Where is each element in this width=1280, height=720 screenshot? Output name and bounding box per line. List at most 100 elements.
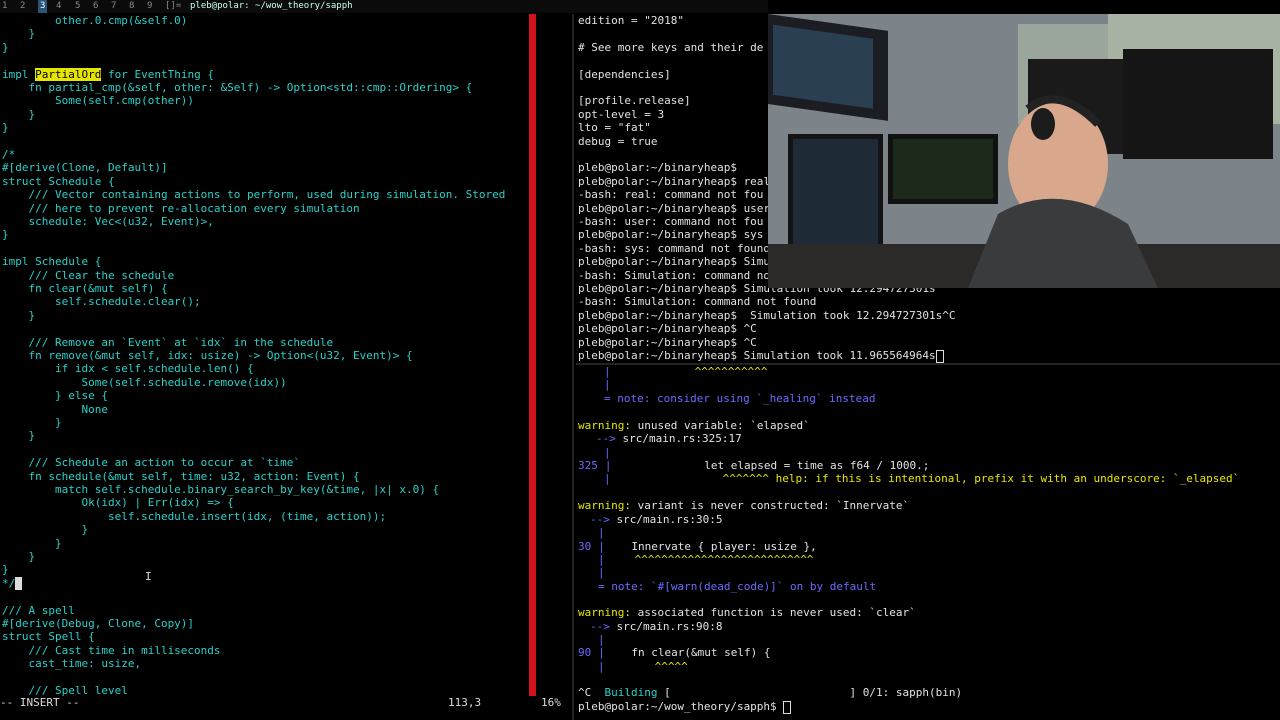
code-line: }	[2, 308, 36, 322]
webcam-picture	[768, 14, 1280, 288]
warning-label: warning:	[578, 499, 631, 512]
terminal-line: -bash: Simulation: command not found	[578, 295, 817, 309]
terminal-line: pleb@polar:~/binaryheap$ Simu	[578, 255, 771, 269]
build-progress-bar: [ ]	[657, 686, 857, 699]
caret-underline: ^^^^^	[654, 660, 688, 673]
code-line: Ok(idx) | Err(idx) => {	[2, 496, 234, 510]
code-line: }	[2, 429, 36, 443]
search-highlight: PartialOrd	[35, 67, 102, 81]
workspace-2[interactable]: 2	[20, 0, 25, 13]
code-line: Some(self.cmp(other))	[2, 94, 195, 108]
terminal-bottom[interactable]: | ^^^^^^^^^^^ | = note: consider using `_…	[576, 365, 1280, 720]
source-line: let elapsed = time as f64 / 1000.;	[611, 459, 930, 472]
terminal-line: -bash: user: command not fou	[578, 215, 764, 228]
code-line: }	[2, 121, 9, 135]
terminal-line: pleb@polar:~/binaryheap$ Simulation took…	[578, 308, 956, 322]
warning-text: variant is never constructed: `Innervate…	[630, 499, 910, 512]
code-line: /// Clear the schedule	[2, 268, 175, 282]
gutter-pipe: |	[604, 472, 611, 485]
caret-underline: ^^^^^^^	[722, 472, 769, 485]
build-progress-text: 0/1: sapph(bin)	[856, 686, 963, 699]
code-line: } else {	[2, 389, 108, 403]
workspace-7[interactable]: 7	[111, 0, 116, 13]
terminal-line: opt-level = 3	[578, 107, 665, 121]
code-line: fn remove(&mut self, idx: usize) -> Opti…	[2, 349, 413, 362]
workspace-4[interactable]: 4	[56, 0, 61, 13]
terminal-line: pleb@polar:~/binaryheap$ ^C	[578, 322, 757, 336]
editor-cursor	[15, 576, 22, 590]
warning-location: src/main.rs:325:17	[615, 432, 742, 445]
window-title: pleb@polar: ~/wow_theory/sapph	[190, 1, 353, 11]
warning-location: src/main.rs:30:5	[609, 513, 723, 526]
warning-text: unused variable: `elapsed`	[630, 419, 810, 432]
cursor-position: 113,3	[448, 696, 482, 709]
workspace-6[interactable]: 6	[93, 0, 98, 13]
code-line: }	[2, 550, 36, 563]
code-line: self.schedule.insert(idx, (time, action)…	[2, 509, 387, 523]
workspace-1[interactable]: 1	[2, 0, 7, 13]
terminal-cursor	[935, 349, 944, 363]
workspace-10[interactable]: []=	[165, 0, 181, 13]
workspace-8[interactable]: 8	[129, 0, 134, 13]
code-line: match self.schedule.binary_search_by_key…	[2, 483, 440, 496]
code-line: /// Vector containing actions to perform…	[2, 188, 506, 202]
code-line: /// Cast time in milliseconds	[2, 643, 221, 657]
code-line: }	[2, 523, 89, 537]
code-line: /// Schedule an action to occur at `time…	[2, 456, 301, 470]
ctrl-c: ^C	[578, 686, 605, 699]
terminal-line: edition = "2018"	[578, 14, 684, 27]
gutter-pipe: |	[604, 365, 611, 378]
terminal-line: pleb@polar:~/binaryheap$ ^C	[578, 335, 757, 349]
code-line: cast_time: usize,	[2, 657, 142, 671]
code-line: other.0.cmp(&self.0)	[2, 14, 188, 27]
gutter-pipe: |	[598, 566, 605, 579]
gutter-pipe: |	[598, 540, 605, 553]
code-line: struct Spell {	[2, 630, 95, 644]
terminal-line: -bash: sys: command not found	[578, 241, 771, 255]
code-line: }	[2, 107, 36, 121]
code-line: }	[2, 27, 36, 41]
code-line: /// here to prevent re-allocation every …	[2, 201, 360, 215]
location-arrow: -->	[596, 432, 616, 445]
code-line: self.schedule.clear();	[2, 295, 201, 309]
workspace-5[interactable]: 5	[75, 0, 80, 13]
code-line: */	[2, 576, 22, 590]
warning-location: src/main.rs:90:8	[609, 620, 723, 633]
vim-editor[interactable]: other.0.cmp(&self.0) }} impl PartialOrd f…	[0, 14, 570, 697]
code-line: Some(self.schedule.remove(idx))	[2, 375, 287, 389]
shell-prompt: pleb@polar:~/wow_theory/sapph$	[578, 700, 784, 713]
terminal-line: pleb@polar:~/binaryheap$	[578, 161, 737, 175]
terminal-line: pleb@polar:~/binaryheap$ user	[578, 201, 771, 215]
workspace-3[interactable]: 3	[38, 0, 48, 13]
code-line: impl PartialOrd for EventThing {	[2, 67, 214, 81]
note-healing: = note: consider using `_healing` instea…	[604, 392, 876, 405]
scroll-percent: 16%	[541, 696, 561, 709]
caret-underline: ^^^^^^^^^^^	[694, 365, 768, 378]
code-line: /// A spell	[2, 603, 75, 617]
gutter-pipe: |	[598, 553, 605, 566]
code-line: #[derive(Debug, Clone, Copy)]	[2, 617, 195, 630]
code-line: fn schedule(&mut self, time: u32, action…	[2, 469, 360, 483]
gutter-pipe: |	[598, 646, 605, 659]
help-text: help: if this is intentional, prefix it …	[768, 472, 1240, 485]
terminal-line: [profile.release]	[578, 94, 691, 108]
color-column-bar	[529, 14, 536, 696]
line-number: 90	[578, 646, 592, 659]
location-arrow: -->	[590, 620, 610, 633]
code-line: }	[2, 563, 9, 577]
terminal-line: pleb@polar:~/binaryheap$ Simulation took…	[578, 349, 944, 363]
webcam-overlay	[768, 14, 1280, 288]
code-line: fn clear(&mut self) {	[2, 282, 168, 295]
code-line: fn partial_cmp(&self, other: &Self) -> O…	[2, 81, 473, 94]
code-line: None	[2, 402, 108, 416]
workspace-9[interactable]: 9	[147, 0, 152, 13]
terminal-line: -bash: real: command not fou	[578, 188, 764, 202]
terminal-line: -bash: Simulation: command no	[578, 268, 771, 282]
top-bar: 1 2 3 4 5 6 7 8 9 []=	[0, 0, 768, 13]
terminal-line: lto = "fat"	[578, 121, 651, 135]
gutter-pipe: |	[604, 378, 611, 391]
terminal-line: pleb@polar:~/binaryheap$ sys	[578, 228, 764, 242]
code-line: struct Schedule {	[2, 174, 115, 188]
code-line: if idx < self.schedule.len() {	[2, 362, 254, 376]
pane-separator-vertical[interactable]	[572, 14, 574, 720]
